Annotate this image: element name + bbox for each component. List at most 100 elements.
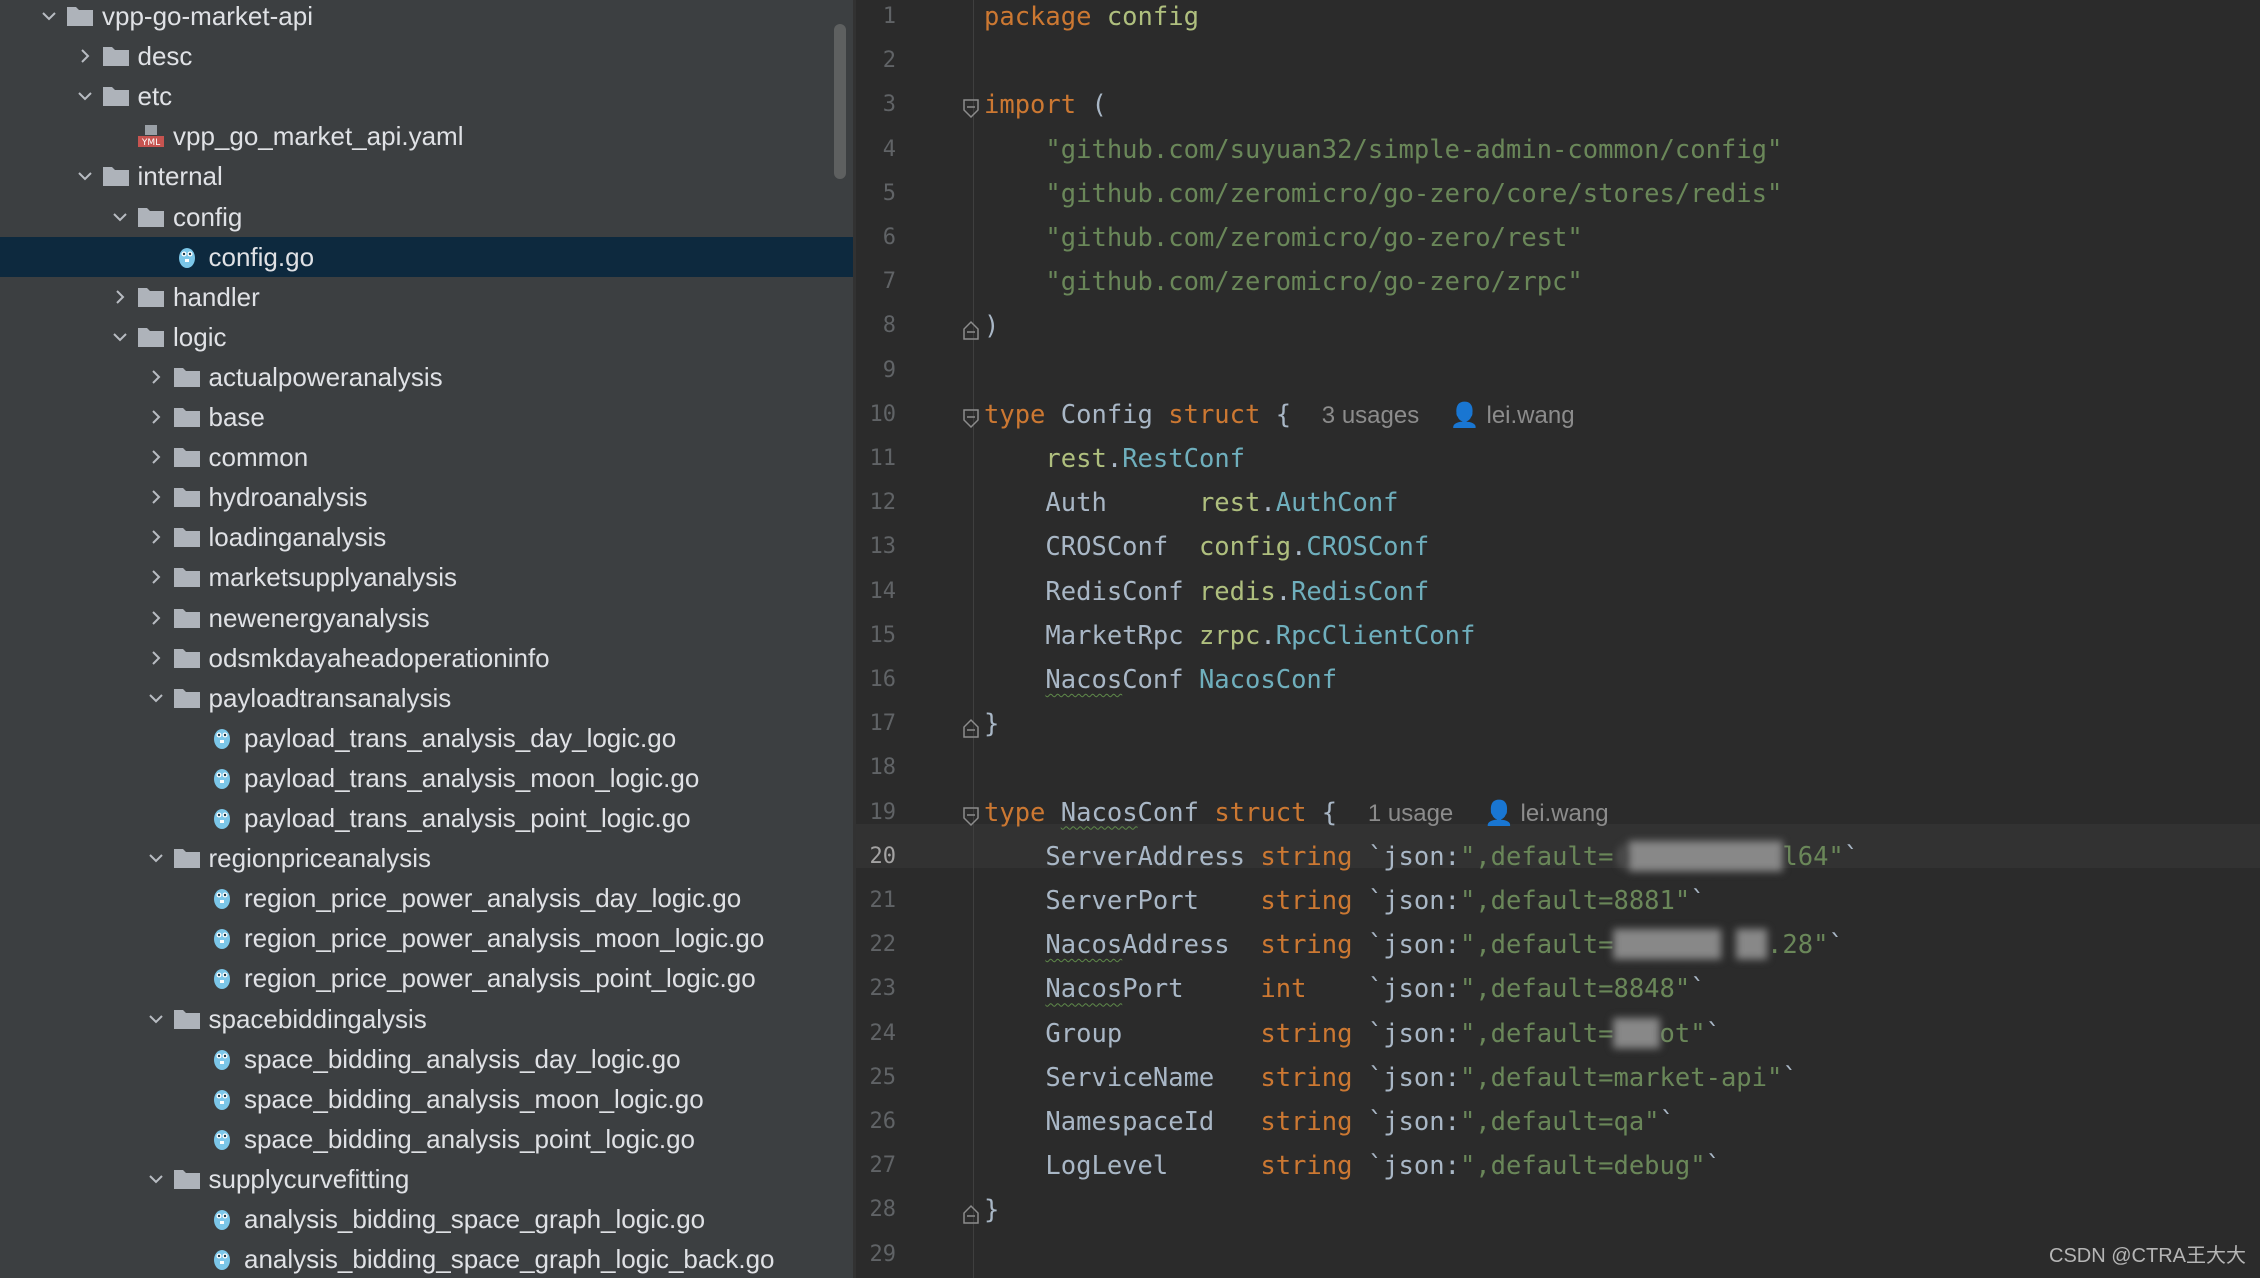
- tree-item-label: logic: [173, 321, 227, 352]
- code-line[interactable]: package config: [984, 2, 1199, 32]
- tree-file-row[interactable]: analysis_bidding_space_graph_logic.go: [0, 1199, 853, 1239]
- tree-file-row[interactable]: region_price_power_analysis_day_logic.go: [0, 878, 853, 918]
- code-line[interactable]: ServiceName string `json:",default=marke…: [984, 1063, 1797, 1093]
- code-line[interactable]: Auth rest.AuthConf: [984, 488, 1398, 518]
- chevron-right-icon[interactable]: [147, 649, 165, 667]
- chevron-down-icon[interactable]: [111, 208, 129, 226]
- tree-folder-row[interactable]: regionpriceanalysis: [0, 838, 853, 878]
- code-editor[interactable]: 1 package config 2 3 import (4 "github.com/s…: [856, 0, 2260, 1278]
- chevron-down-icon[interactable]: [147, 849, 165, 867]
- code-line[interactable]: }: [984, 709, 999, 739]
- fold-start-icon[interactable]: [962, 806, 980, 828]
- code-line[interactable]: LogLevel string `json:",default=debug"`: [984, 1151, 1721, 1181]
- tree-folder-row[interactable]: marketsupplyanalysis: [0, 557, 853, 597]
- tree-folder-row[interactable]: odsmkdayaheadoperationinfo: [0, 638, 853, 678]
- tree-folder-row[interactable]: hydroanalysis: [0, 477, 853, 517]
- code-line[interactable]: import (: [984, 90, 1107, 120]
- line-number: 9: [882, 357, 896, 383]
- go-file-icon: [208, 726, 236, 750]
- chevron-right-icon[interactable]: [111, 288, 129, 306]
- chevron-right-icon[interactable]: [147, 528, 165, 546]
- folder-icon: [173, 445, 201, 469]
- code-line[interactable]: NamespaceId string `json:",default=qa"`: [984, 1107, 1675, 1137]
- code-token: }: [984, 709, 1000, 740]
- tree-file-row[interactable]: space_bidding_analysis_day_logic.go: [0, 1039, 853, 1079]
- tree-file-row[interactable]: payload_trans_analysis_moon_logic.go: [0, 758, 853, 798]
- fold-start-icon[interactable]: [962, 98, 980, 120]
- tree-file-row[interactable]: space_bidding_analysis_moon_logic.go: [0, 1079, 853, 1119]
- tree-folder-row[interactable]: loadinganalysis: [0, 517, 853, 557]
- code-line[interactable]: "github.com/zeromicro/go-zero/core/store…: [984, 179, 1782, 209]
- code-line[interactable]: "github.com/zeromicro/go-zero/rest": [984, 223, 1583, 253]
- tree-folder-row[interactable]: handler: [0, 277, 853, 317]
- code-token: `: [1352, 1151, 1384, 1182]
- tree-folder-row[interactable]: vpp-go-market-api: [0, 0, 853, 36]
- code-token: ",default=8848": [1459, 974, 1691, 1005]
- code-line[interactable]: NacosConf NacosConf: [984, 665, 1337, 695]
- code-line[interactable]: RedisConf redis.RedisConf: [984, 577, 1429, 607]
- folder-icon: [173, 1007, 201, 1031]
- chevron-right-icon[interactable]: [147, 609, 165, 627]
- chevron-right-icon[interactable]: [147, 408, 165, 426]
- watermark: CSDN @CTRA王大大: [2049, 1245, 2246, 1267]
- code-line[interactable]: CROSConf config.CROSConf: [984, 532, 1429, 562]
- go-file-icon: [208, 886, 236, 910]
- code-line[interactable]: }: [984, 1195, 999, 1225]
- code-token: redis: [1198, 576, 1276, 607]
- tree-folder-row[interactable]: spacebiddingalysis: [0, 999, 853, 1039]
- tree-folder-row[interactable]: payloadtransanalysis: [0, 678, 853, 718]
- chevron-right-icon[interactable]: [76, 47, 94, 65]
- code-line[interactable]: Group string `json:",default=███ot"`: [984, 1019, 1721, 1049]
- chevron-right-icon[interactable]: [147, 568, 165, 586]
- code-token: ",default=debug": [1459, 1151, 1706, 1182]
- chevron-down-icon[interactable]: [76, 87, 94, 105]
- chevron-right-icon[interactable]: [147, 448, 165, 466]
- chevron-down-icon[interactable]: [147, 1170, 165, 1188]
- code-line[interactable]: ): [984, 311, 999, 341]
- chevron-down-icon[interactable]: [40, 7, 58, 25]
- code-line[interactable]: type Config struct { 3 usages 👤 lei.wang: [984, 400, 1575, 431]
- tree-folder-row[interactable]: actualpoweranalysis: [0, 357, 853, 397]
- chevron-right-icon[interactable]: [147, 488, 165, 506]
- code-line[interactable]: MarketRpc zrpc.RpcClientConf: [984, 621, 1475, 651]
- chevron-down-icon[interactable]: [147, 1010, 165, 1028]
- tree-file-row[interactable]: space_bidding_analysis_point_logic.go: [0, 1119, 853, 1159]
- chevron-down-icon[interactable]: [111, 328, 129, 346]
- code-token: "github.com/zeromicro/go-zero/rest": [1045, 223, 1583, 253]
- code-token: NacosConf: [1198, 665, 1338, 695]
- tree-file-row[interactable]: region_price_power_analysis_point_logic.…: [0, 958, 853, 998]
- tree-folder-row[interactable]: supplycurvefitting: [0, 1159, 853, 1199]
- fold-end-icon[interactable]: [962, 717, 980, 739]
- code-line[interactable]: NacosPort int `json:",default=8848"`: [984, 974, 1705, 1005]
- chevron-down-icon[interactable]: [76, 167, 94, 185]
- tree-folder-row[interactable]: logic: [0, 317, 853, 357]
- tree-folder-row[interactable]: common: [0, 437, 853, 477]
- tree-file-row[interactable]: YML vpp_go_market_api.yaml: [0, 116, 853, 156]
- tree-file-row[interactable]: payload_trans_analysis_point_logic.go: [0, 798, 853, 838]
- fold-start-icon[interactable]: [962, 408, 980, 430]
- code-line[interactable]: "github.com/zeromicro/go-zero/zrpc": [984, 267, 1582, 297]
- code-line[interactable]: "github.com/suyuan32/simple-admin-common…: [984, 135, 1782, 165]
- code-line[interactable]: NacosAddress string `json:",default=████…: [984, 930, 1843, 960]
- code-token: "github.com/zeromicro/go-zero/core/store…: [1045, 178, 1783, 209]
- fold-end-icon[interactable]: [962, 319, 980, 341]
- tree-file-row[interactable]: payload_trans_analysis_day_logic.go: [0, 718, 853, 758]
- code-line[interactable]: rest.RestConf: [984, 444, 1245, 474]
- tree-folder-row[interactable]: base: [0, 397, 853, 437]
- tree-file-row[interactable]: config.go: [0, 236, 853, 277]
- tree-folder-row[interactable]: desc: [0, 36, 853, 76]
- chevron-down-icon[interactable]: [147, 689, 165, 707]
- line-number: 25: [869, 1064, 897, 1090]
- tree-folder-row[interactable]: etc: [0, 76, 853, 116]
- code-line[interactable]: ServerAddress string `json:",default=(██…: [984, 842, 1859, 872]
- tree-file-row[interactable]: analysis_bidding_space_graph_logic_back.…: [0, 1239, 853, 1278]
- tree-file-row[interactable]: region_price_power_analysis_moon_logic.g…: [0, 918, 853, 958]
- code-line[interactable]: ServerPort string `json:",default=8881"`: [984, 886, 1705, 916]
- tree-folder-row[interactable]: internal: [0, 156, 853, 196]
- fold-end-icon[interactable]: [962, 1203, 980, 1225]
- tree-folder-row[interactable]: config: [0, 197, 853, 237]
- chevron-right-icon[interactable]: [147, 368, 165, 386]
- tree-folder-row[interactable]: newenergyanalysis: [0, 598, 853, 638]
- code-line[interactable]: type NacosConf struct { 1 usage 👤 lei.wa…: [984, 798, 1609, 829]
